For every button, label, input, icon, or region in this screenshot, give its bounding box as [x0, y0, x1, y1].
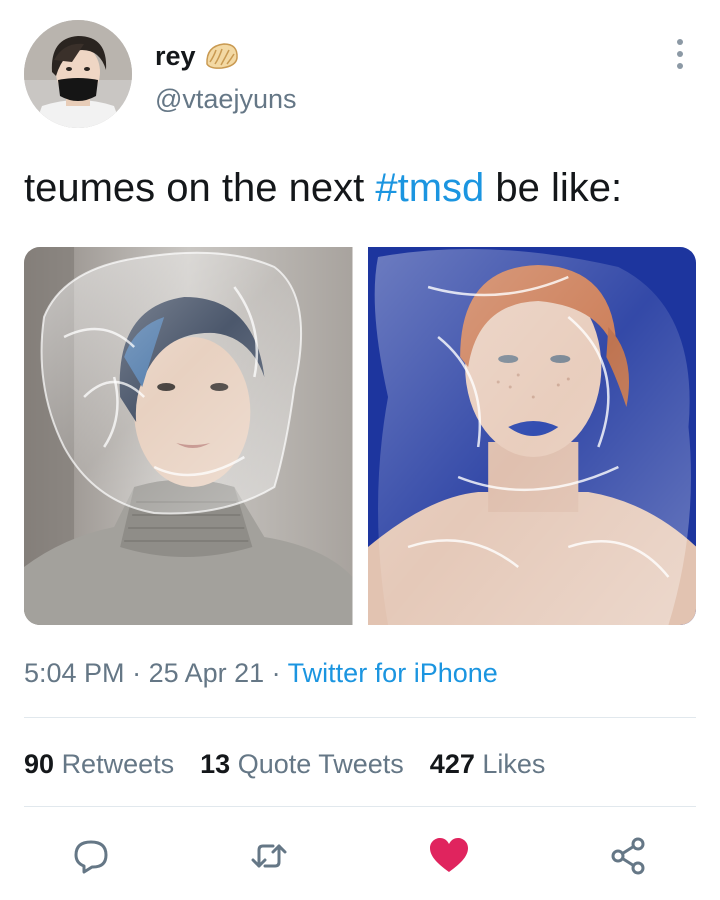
- display-name[interactable]: rey: [155, 42, 196, 70]
- tweet-meta: 5:04 PM · 25 Apr 21 · Twitter for iPhone: [24, 660, 498, 687]
- avatar-photo: [24, 20, 132, 128]
- avatar[interactable]: [24, 20, 132, 128]
- retweets-label: Retweets: [61, 749, 175, 779]
- more-options-icon[interactable]: [666, 36, 694, 72]
- like-button[interactable]: [429, 836, 469, 876]
- author-name-row[interactable]: rey: [155, 36, 240, 76]
- photo-1-image: [24, 247, 353, 625]
- divider: [24, 806, 696, 807]
- likes-stat[interactable]: 427 Likes: [430, 751, 546, 778]
- tweet-date[interactable]: 25 Apr 21: [149, 658, 265, 688]
- quote-tweets-label: Quote Tweets: [237, 749, 404, 779]
- meta-separator: ·: [124, 658, 149, 688]
- meta-separator: ·: [264, 658, 288, 688]
- tweet-text: teumes on the next #tmsd be like:: [24, 168, 622, 208]
- divider: [24, 717, 696, 718]
- heart-icon: [430, 838, 468, 872]
- dumpling-emoji-icon: [205, 43, 238, 69]
- retweets-count: 90: [24, 749, 55, 779]
- retweet-button[interactable]: [249, 836, 289, 876]
- share-icon: [611, 837, 645, 875]
- reply-button[interactable]: [71, 836, 111, 876]
- hashtag-link[interactable]: #tmsd: [375, 166, 484, 210]
- media-grid: [24, 247, 696, 625]
- retweets-stat[interactable]: 90 Retweets: [24, 751, 174, 778]
- quote-tweets-stat[interactable]: 13 Quote Tweets: [200, 751, 404, 778]
- tweet-text-before: teumes on the next: [24, 166, 376, 210]
- tweet-text-after: be like:: [484, 166, 623, 210]
- reply-icon: [74, 840, 108, 874]
- tweet-stats: 90 Retweets 13 Quote Tweets 427 Likes: [24, 751, 545, 778]
- likes-label: Likes: [482, 749, 546, 779]
- user-handle[interactable]: @vtaejyuns: [155, 86, 296, 113]
- photo-1[interactable]: [24, 247, 353, 625]
- quote-tweets-count: 13: [200, 749, 231, 779]
- likes-count: 427: [429, 749, 475, 779]
- tweet-source-link[interactable]: Twitter for iPhone: [288, 658, 498, 688]
- photo-2-image: [367, 247, 696, 625]
- tweet-time[interactable]: 5:04 PM: [24, 658, 125, 688]
- retweet-icon: [251, 844, 287, 868]
- share-button[interactable]: [608, 836, 648, 876]
- photo-2[interactable]: [367, 247, 696, 625]
